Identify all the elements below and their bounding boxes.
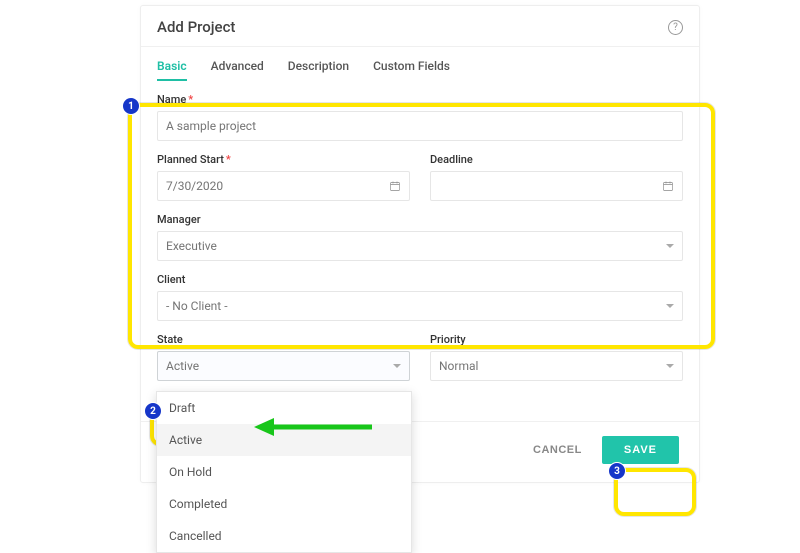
manager-value: Executive	[166, 239, 217, 253]
state-dropdown: Draft Active On Hold Completed Cancelled	[156, 391, 412, 553]
calendar-icon	[389, 180, 401, 192]
tab-custom-fields[interactable]: Custom Fields	[373, 59, 450, 81]
callout-number-1: 1	[122, 97, 140, 115]
chevron-down-icon	[666, 304, 674, 308]
tab-description[interactable]: Description	[288, 59, 349, 81]
required-mark: *	[226, 153, 231, 166]
cancel-button[interactable]: CANCEL	[527, 443, 588, 457]
tab-basic[interactable]: Basic	[157, 59, 187, 81]
calendar-icon	[662, 180, 674, 192]
tab-advanced[interactable]: Advanced	[211, 59, 264, 81]
callout-number-3: 3	[608, 462, 626, 480]
chevron-down-icon	[666, 364, 674, 368]
tabs: Basic Advanced Description Custom Fields	[141, 47, 699, 81]
state-option-cancelled[interactable]: Cancelled	[157, 520, 411, 552]
priority-value: Normal	[439, 359, 478, 373]
state-option-completed[interactable]: Completed	[157, 488, 411, 520]
planned-start-input[interactable]: 7/30/2020	[157, 171, 410, 201]
name-label: Name*	[157, 93, 683, 106]
chevron-down-icon	[666, 244, 674, 248]
deadline-label: Deadline	[430, 153, 683, 166]
manager-select[interactable]: Executive	[157, 231, 683, 261]
state-option-active[interactable]: Active	[157, 424, 411, 456]
client-select[interactable]: - No Client -	[157, 291, 683, 321]
planned-start-label: Planned Start*	[157, 153, 410, 166]
state-select[interactable]: Active	[157, 351, 410, 381]
required-mark: *	[188, 93, 193, 106]
state-value: Active	[166, 359, 199, 373]
state-option-draft[interactable]: Draft	[157, 392, 411, 424]
save-button[interactable]: SAVE	[602, 436, 679, 464]
chevron-down-icon	[393, 364, 401, 368]
callout-number-2: 2	[144, 402, 162, 420]
state-label: State	[157, 333, 410, 346]
state-option-onhold[interactable]: On Hold	[157, 456, 411, 488]
dialog-title: Add Project	[157, 18, 235, 36]
deadline-input[interactable]	[430, 171, 683, 201]
dialog-header: Add Project ?	[141, 6, 699, 46]
client-label: Client	[157, 273, 683, 286]
form-body: Name* A sample project Planned Start* 7/…	[141, 81, 699, 397]
manager-label: Manager	[157, 213, 683, 226]
name-value: A sample project	[166, 119, 256, 133]
help-icon[interactable]: ?	[668, 20, 683, 35]
planned-start-label-text: Planned Start	[157, 153, 224, 166]
priority-select[interactable]: Normal	[430, 351, 683, 381]
name-label-text: Name	[157, 93, 186, 106]
client-value: - No Client -	[166, 299, 228, 313]
name-input[interactable]: A sample project	[157, 111, 683, 141]
priority-label: Priority	[430, 333, 683, 346]
planned-start-value: 7/30/2020	[166, 179, 223, 193]
